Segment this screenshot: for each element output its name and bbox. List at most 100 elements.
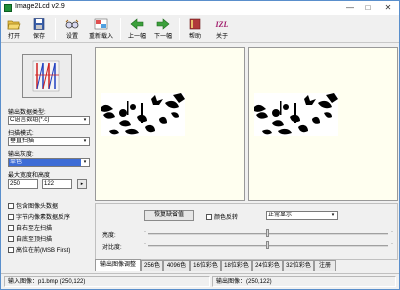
tab-16bit-color[interactable]: 16位彩色 [190, 260, 221, 271]
tab-18bit-color[interactable]: 18位彩色 [221, 260, 252, 271]
open-folder-icon [7, 20, 21, 30]
tab-register[interactable]: 注册 [314, 260, 336, 271]
maximize-button[interactable]: □ [361, 2, 375, 13]
tab-256-color[interactable]: 256色 [141, 260, 163, 271]
settings-button[interactable]: 设置 [61, 16, 83, 42]
scan-preview-icon [22, 54, 72, 98]
help-book-icon [189, 18, 201, 30]
prev-image-button[interactable]: 上一幅 [126, 16, 148, 42]
checkbox-box [8, 247, 14, 254]
window-title: Image2Lcd v2.9 [15, 3, 65, 10]
toolbar-separator [120, 18, 121, 40]
help-label: 帮助 [188, 34, 201, 40]
restore-defaults-button[interactable]: 恢复缺省值 [144, 210, 194, 221]
prev-image-label: 上一幅 [127, 34, 146, 40]
msb-first-label: 高位在前(MSB First) [16, 248, 71, 254]
arrow-right-icon [156, 18, 170, 30]
save-disk-icon [33, 18, 45, 30]
toolbar-separator [179, 18, 180, 40]
about-icon-text: IZL [215, 20, 229, 29]
tab-output-adjust[interactable]: 输出图像调整 [95, 259, 141, 271]
open-label: 打开 [7, 34, 20, 40]
reverse-byte-checkbox[interactable]: 字节内像素数据反序 [8, 212, 70, 221]
output-gray-value: 单色 [10, 159, 23, 165]
include-header-checkbox[interactable]: 包含图像头数据 [8, 201, 58, 210]
app-icon [4, 4, 12, 12]
output-type-select[interactable]: C语言数组(*.c) ▾ [8, 116, 90, 125]
app-window: Image2Lcd v2.9 — □ ✕ 打开 保存 设置 重新载入 上一幅 下… [0, 0, 400, 290]
right-to-left-checkbox[interactable]: 自右至左扫描 [8, 223, 52, 232]
chevron-down-icon: ▾ [81, 117, 89, 124]
save-button[interactable]: 保存 [28, 16, 50, 42]
open-button[interactable]: 打开 [3, 16, 25, 42]
close-button[interactable]: ✕ [381, 2, 395, 13]
output-adjust-panel: 恢复缺省值 颜色反转 正常显示 ▾ 亮度: · · 对比度: · · [95, 203, 398, 260]
about-button[interactable]: IZL 关于 [211, 16, 233, 42]
status-bar: 输入图像：p1.bmp (250,122) 输出图像：(250,122) [1, 273, 399, 289]
bottom-to-top-checkbox[interactable]: 自底至顶扫描 [8, 234, 52, 243]
about-label: 关于 [215, 34, 228, 40]
scan-direction-icon [32, 60, 60, 92]
output-gray-label: 输出灰度: [8, 152, 34, 158]
output-type-label: 输出数据类型: [8, 110, 46, 116]
tab-24bit-color[interactable]: 24位彩色 [252, 260, 283, 271]
checkbox-box [8, 214, 14, 221]
next-image-button[interactable]: 下一幅 [152, 16, 174, 42]
input-image-preview [101, 93, 185, 136]
output-image-preview [254, 93, 338, 136]
scan-mode-label: 扫描模式: [8, 131, 34, 137]
scan-mode-value: 垂直扫描 [10, 138, 35, 144]
invert-color-checkbox[interactable]: 颜色反转 [206, 212, 238, 221]
tab-4096-color[interactable]: 4096色 [163, 260, 190, 271]
checkbox-box [8, 225, 14, 232]
tab-32bit-color[interactable]: 32位彩色 [283, 260, 314, 271]
output-image-status: 输出图像：(250,122) [212, 276, 396, 287]
display-mode-select[interactable]: 正常显示 ▾ [266, 211, 338, 220]
reverse-byte-label: 字节内像素数据反序 [16, 215, 71, 221]
msb-first-checkbox[interactable]: 高位在前(MSB First) [8, 245, 70, 254]
apply-size-button[interactable]: ▸ [77, 179, 87, 189]
arrow-left-icon [130, 18, 144, 30]
right-to-left-label: 自右至左扫描 [16, 226, 53, 232]
input-image-status: 输入图像：p1.bmp (250,122) [4, 276, 210, 287]
brightness-max-tick: · [391, 229, 393, 235]
about-izl-icon: IZL [215, 20, 229, 29]
max-size-label: 最大宽度和高度 [8, 173, 51, 179]
brightness-label: 亮度: [102, 233, 116, 239]
toolbar-separator [55, 18, 56, 40]
settings-label: 设置 [65, 34, 78, 40]
help-button[interactable]: 帮助 [184, 16, 206, 42]
contrast-slider-thumb[interactable] [266, 241, 269, 249]
max-height-input[interactable]: 122 [42, 179, 72, 189]
contrast-min-tick: · [144, 241, 146, 247]
brightness-slider-thumb[interactable] [266, 229, 269, 237]
input-image-pane [95, 47, 245, 201]
chevron-down-icon: ▾ [329, 212, 337, 219]
output-type-value: C语言数组(*.c) [10, 117, 50, 123]
next-image-label: 下一幅 [153, 34, 172, 40]
contrast-max-tick: · [391, 241, 393, 247]
reload-button[interactable]: 重新载入 [86, 16, 116, 42]
checkbox-box [8, 203, 14, 210]
toolbar: 打开 保存 设置 重新载入 上一幅 下一幅 帮助 IZL 关于 [1, 15, 399, 43]
minimize-button[interactable]: — [343, 2, 357, 13]
contrast-label: 对比度: [102, 245, 122, 251]
checkbox-box [8, 236, 14, 243]
left-settings-panel: 输出数据类型: C语言数组(*.c) ▾ 扫描模式: 垂直扫描 ▾ 输出灰度: … [4, 46, 92, 264]
output-gray-select[interactable]: 单色 ▾ [8, 158, 90, 167]
reload-label: 重新载入 [88, 34, 113, 40]
chevron-down-icon: ▾ [81, 159, 89, 166]
bottom-to-top-label: 自底至顶扫描 [16, 237, 53, 243]
include-header-label: 包含图像头数据 [16, 204, 59, 210]
output-image-pane [248, 47, 398, 201]
brightness-min-tick: · [144, 229, 146, 235]
chevron-down-icon: ▾ [81, 138, 89, 145]
reload-icon [94, 18, 108, 30]
checkbox-box [206, 214, 212, 221]
save-label: 保存 [32, 34, 45, 40]
scan-mode-select[interactable]: 垂直扫描 ▾ [8, 137, 90, 146]
tab-strip: 输出图像调整 256色 4096色 16位彩色 18位彩色 24位彩色 32位彩… [95, 259, 398, 271]
settings-glasses-icon [65, 19, 79, 29]
max-width-input[interactable]: 250 [8, 179, 38, 189]
display-mode-value: 正常显示 [268, 212, 293, 218]
